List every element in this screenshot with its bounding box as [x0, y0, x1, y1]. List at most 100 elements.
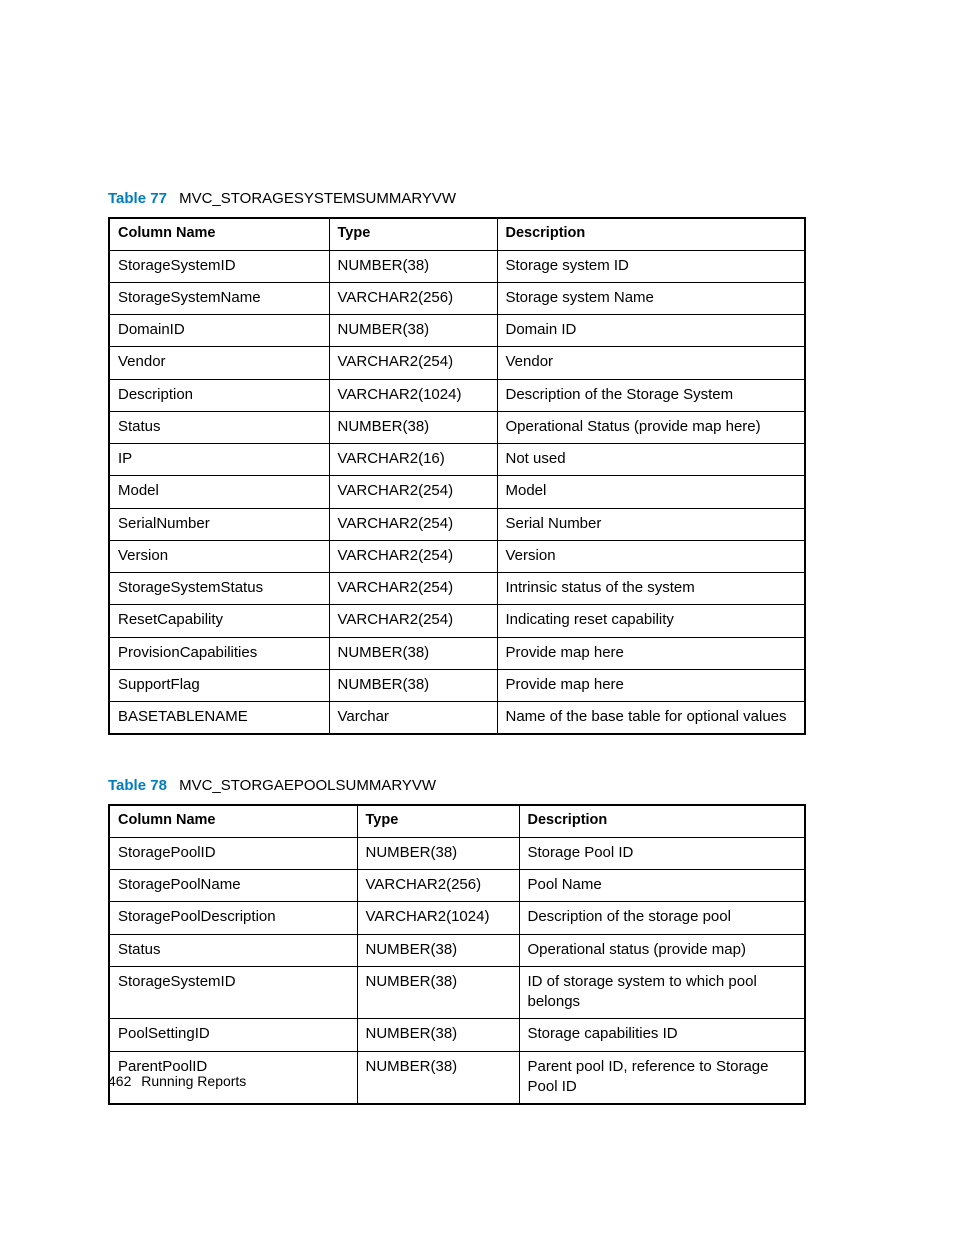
table-cell: IP [109, 444, 329, 476]
table-row: BASETABLENAMEVarcharName of the base tab… [109, 702, 805, 735]
table-cell: Vendor [497, 347, 805, 379]
table-cell: Domain ID [497, 315, 805, 347]
table-cell: NUMBER(38) [329, 669, 497, 701]
table-cell: NUMBER(38) [329, 411, 497, 443]
table-cell: DomainID [109, 315, 329, 347]
table-cell: NUMBER(38) [357, 1051, 519, 1104]
page-content: Table 77 MVC_STORAGESYSTEMSUMMARYVW Colu… [0, 0, 954, 1105]
table-cell: VARCHAR2(254) [329, 605, 497, 637]
table-cell: Description [109, 379, 329, 411]
table-row: StorageSystemNameVARCHAR2(256)Storage sy… [109, 282, 805, 314]
table-header-row: Column Name Type Description [109, 805, 805, 837]
table-77-caption: Table 77 MVC_STORAGESYSTEMSUMMARYVW [108, 190, 846, 207]
table-row: PoolSettingIDNUMBER(38)Storage capabilit… [109, 1019, 805, 1051]
table-row: IPVARCHAR2(16)Not used [109, 444, 805, 476]
table-cell: Status [109, 411, 329, 443]
col-header: Column Name [109, 805, 357, 837]
table-cell: BASETABLENAME [109, 702, 329, 735]
table-row: SerialNumberVARCHAR2(254)Serial Number [109, 508, 805, 540]
table-row: StorageSystemStatusVARCHAR2(254)Intrinsi… [109, 573, 805, 605]
table-cell: StorageSystemName [109, 282, 329, 314]
table-cell: StorageSystemStatus [109, 573, 329, 605]
table-cell: Model [109, 476, 329, 508]
table-cell: Storage system ID [497, 250, 805, 282]
table-77: Column Name Type Description StorageSyst… [108, 217, 806, 735]
table-cell: ResetCapability [109, 605, 329, 637]
table-77-body: StorageSystemID NUMBER(38) Storage system … [109, 250, 805, 734]
table-cell: SerialNumber [109, 508, 329, 540]
table-cell: StoragePoolName [109, 870, 357, 902]
table-cell: VARCHAR2(254) [329, 476, 497, 508]
table-label: Table 77 [108, 190, 167, 207]
col-header: Type [357, 805, 519, 837]
table-row: StoragePoolIDNUMBER(38)Storage Pool ID [109, 837, 805, 869]
table-row: StatusNUMBER(38)Operational Status (prov… [109, 411, 805, 443]
table-78-body: StoragePoolIDNUMBER(38)Storage Pool IDSt… [109, 837, 805, 1104]
table-row: ResetCapabilityVARCHAR2(254)Indicating r… [109, 605, 805, 637]
table-row: StatusNUMBER(38)Operational status (prov… [109, 934, 805, 966]
table-row: VersionVARCHAR2(254)Version [109, 540, 805, 572]
table-title: MVC_STORGAEPOOLSUMMARYVW [179, 777, 436, 794]
table-cell: Version [109, 540, 329, 572]
table-cell: ProvisionCapabilities [109, 637, 329, 669]
table-row: SupportFlagNUMBER(38)Provide map here [109, 669, 805, 701]
table-cell: Description of the Storage System [497, 379, 805, 411]
page-number: 462 [108, 1073, 131, 1089]
table-cell: VARCHAR2(256) [329, 282, 497, 314]
table-cell: ID of storage system to which pool belon… [519, 966, 805, 1019]
table-cell: StorageSystemID [109, 250, 329, 282]
table-row: StorageSystemIDNUMBER(38)ID of storage s… [109, 966, 805, 1019]
table-row: StorageSystemIDNUMBER(38)Storage system … [109, 250, 805, 282]
col-header: Type [329, 218, 497, 250]
table-cell: NUMBER(38) [329, 637, 497, 669]
table-cell: VARCHAR2(254) [329, 508, 497, 540]
table-cell: NUMBER(38) [357, 837, 519, 869]
table-cell: VARCHAR2(1024) [329, 379, 497, 411]
table-row: StoragePoolDescriptionVARCHAR2(1024)Desc… [109, 902, 805, 934]
col-header: Description [519, 805, 805, 837]
table-cell: StoragePoolDescription [109, 902, 357, 934]
section-title: Running Reports [141, 1073, 246, 1089]
table-cell: VARCHAR2(254) [329, 573, 497, 605]
table-cell: VARCHAR2(254) [329, 347, 497, 379]
table-header-row: Column Name Type Description [109, 218, 805, 250]
table-cell: VARCHAR2(1024) [357, 902, 519, 934]
table-cell: Operational status (provide map) [519, 934, 805, 966]
table-cell: VARCHAR2(254) [329, 540, 497, 572]
table-cell: StoragePoolID [109, 837, 357, 869]
table-label: Table 78 [108, 777, 167, 794]
table-cell: Description of the storage pool [519, 902, 805, 934]
table-cell: Intrinsic status of the system [497, 573, 805, 605]
table-cell: Parent pool ID, reference to Storage Poo… [519, 1051, 805, 1104]
table-cell: NUMBER(38) [357, 966, 519, 1019]
table-cell: Varchar [329, 702, 497, 735]
table-title: MVC_STORAGESYSTEMSUMMARYVW [179, 190, 456, 207]
table-cell: Serial Number [497, 508, 805, 540]
table-78-caption: Table 78 MVC_STORGAEPOOLSUMMARYVW [108, 777, 846, 794]
table-cell: Storage capabilities ID [519, 1019, 805, 1051]
col-header: Column Name [109, 218, 329, 250]
table-cell: Name of the base table for optional valu… [497, 702, 805, 735]
table-cell: Storage system Name [497, 282, 805, 314]
table-cell: NUMBER(38) [357, 1019, 519, 1051]
table-row: DescriptionVARCHAR2(1024)Description of … [109, 379, 805, 411]
table-cell: Vendor [109, 347, 329, 379]
page-footer: 462 Running Reports [108, 1073, 246, 1089]
table-cell: PoolSettingID [109, 1019, 357, 1051]
table-row: VendorVARCHAR2(254)Vendor [109, 347, 805, 379]
table-cell: VARCHAR2(16) [329, 444, 497, 476]
table-cell: Status [109, 934, 357, 966]
table-cell: VARCHAR2(256) [357, 870, 519, 902]
table-row: ModelVARCHAR2(254)Model [109, 476, 805, 508]
table-cell: Model [497, 476, 805, 508]
table-cell: Provide map here [497, 669, 805, 701]
table-cell: NUMBER(38) [357, 934, 519, 966]
table-78: Column Name Type Description StoragePool… [108, 804, 806, 1105]
table-cell: Provide map here [497, 637, 805, 669]
table-row: ProvisionCapabilitiesNUMBER(38)Provide m… [109, 637, 805, 669]
table-cell: StorageSystemID [109, 966, 357, 1019]
table-cell: Indicating reset capability [497, 605, 805, 637]
table-cell: Storage Pool ID [519, 837, 805, 869]
table-cell: SupportFlag [109, 669, 329, 701]
table-cell: Not used [497, 444, 805, 476]
